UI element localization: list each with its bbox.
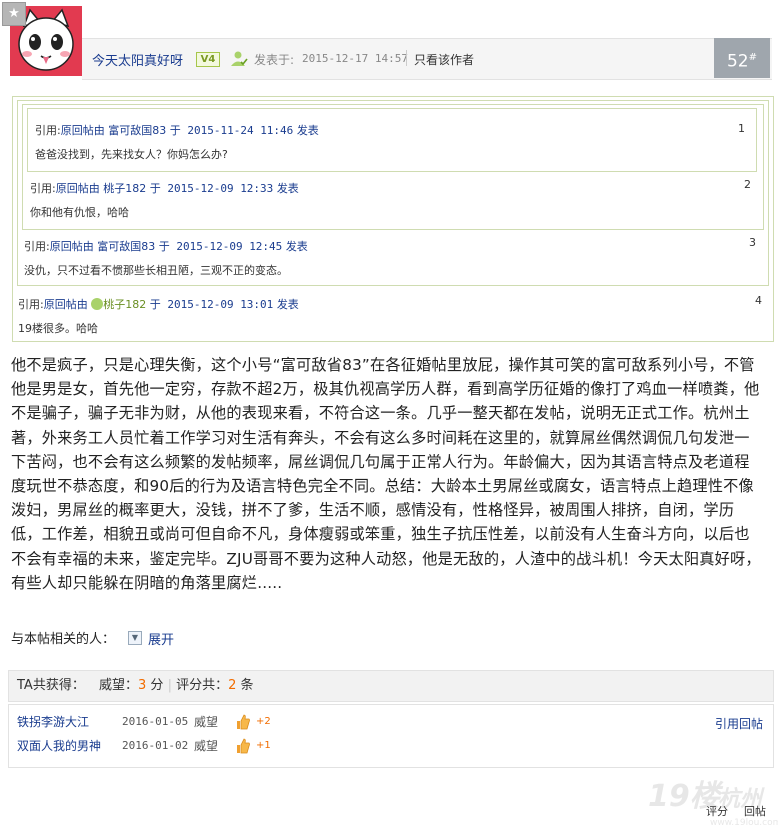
rater-link[interactable]: 铁拐李游大江	[17, 710, 89, 734]
rate-count-label: 评分共：	[176, 678, 229, 693]
quote-block-1	[27, 108, 757, 172]
quote-action-link[interactable]: 发表	[286, 240, 308, 253]
rate-button[interactable]: 评分	[706, 803, 728, 819]
quote-number-4: 4	[755, 294, 762, 307]
quote-text-2: 你和他有仇恨，哈哈	[30, 206, 129, 219]
quote-user-link[interactable]: 桃子182	[103, 182, 146, 195]
reply-button[interactable]: 回帖	[744, 803, 766, 819]
quote-header-3: 引用:原回帖由 富可敌国83 于 2015-12-09 12:45 发表	[24, 238, 308, 254]
prestige-label: 威望：	[98, 678, 138, 693]
online-small-icon	[91, 298, 104, 310]
floor-number-value: 52	[726, 51, 749, 72]
rating-date: 2016-01-05	[122, 715, 189, 728]
floor-number[interactable]: 52#	[714, 38, 770, 78]
quote-header-4: 引用:原回帖由 桃子182 于 2015-12-09 13:01 发表	[18, 296, 299, 312]
quote-number-3: 3	[749, 236, 756, 249]
rate-count-unit: 条	[240, 678, 254, 693]
thumbs-up-icon	[235, 738, 251, 754]
quote-time: 于 2015-12-09 12:45	[158, 240, 283, 253]
quote-source-link[interactable]: 原回帖由	[50, 240, 94, 253]
quote-source-link[interactable]: 原回帖由	[56, 182, 100, 195]
quote-number-2: 2	[744, 178, 751, 191]
star-corner-icon[interactable]: ★	[2, 2, 26, 26]
prestige-value: 3	[137, 678, 147, 693]
rating-summary: TA共获得： 威望：3 分 | 评分共：2 条	[8, 670, 774, 702]
thumbs-up-icon	[235, 714, 251, 730]
view-author-only-link[interactable]: 只看该作者	[414, 51, 474, 68]
posted-label: 发表于:	[254, 53, 295, 67]
rating-date: 2016-01-02	[122, 739, 189, 752]
quote-prefix: 引用:	[18, 298, 44, 311]
quote-prefix: 引用:	[24, 240, 50, 253]
quote-header-1: 引用:原回帖由 富可敌国83 于 2015-11-24 11:46 发表	[35, 122, 319, 138]
related-people-label: 与本帖相关的人：	[11, 632, 116, 647]
floor-number-mark: #	[748, 52, 758, 63]
quote-user-link[interactable]: 富可敌国83	[97, 240, 155, 253]
rater-link[interactable]: 双面人我的男神	[17, 734, 101, 758]
quote-action-link[interactable]: 发表	[297, 124, 319, 137]
expand-link[interactable]: 展开	[148, 629, 174, 648]
quote-user-link[interactable]: 桃子182	[103, 298, 146, 311]
author-username-link[interactable]: 今天太阳真好呀	[92, 50, 183, 69]
rating-value: +1	[256, 740, 271, 751]
quote-number-1: 1	[738, 122, 745, 135]
svg-text:www.19lou.com: www.19lou.com	[710, 818, 778, 828]
quote-source-link[interactable]: 原回帖由	[44, 298, 88, 311]
rating-row: 铁拐李游大江 2016-01-05 威望 +2	[9, 710, 773, 734]
quote-user-link[interactable]: 富可敌国83	[108, 124, 166, 137]
quote-time: 于 2015-12-09 12:33	[149, 182, 274, 195]
quote-action-link[interactable]: 发表	[277, 182, 299, 195]
quote-text-3: 没仇，只不过看不惯那些长相丑陋，三观不正的变态。	[24, 264, 288, 277]
rating-type: 威望	[194, 739, 219, 753]
rating-value: +2	[256, 716, 271, 727]
quote-text-4: 19楼很多。哈哈	[18, 322, 98, 335]
online-user-icon	[230, 50, 248, 68]
quote-prefix: 引用:	[35, 124, 61, 137]
site-watermark-logo: 19楼 杭州 www.19lou.com	[648, 770, 780, 830]
level-badge: V4	[196, 52, 220, 67]
rate-count-value: 2	[228, 678, 237, 693]
expand-icon[interactable]: ▼	[128, 631, 142, 645]
rating-row: 双面人我的男神 2016-01-02 威望 +1	[9, 734, 773, 758]
post-header: 今天太阳真好呀 V4 发表于: 2015-12-17 14:57 只看该作者	[82, 38, 772, 80]
header-divider	[406, 50, 407, 66]
prestige-unit: 分	[150, 678, 164, 693]
rating-list: 引用回帖 铁拐李游大江 2016-01-05 威望 +2 双面人我的男神 201…	[8, 704, 774, 768]
rating-summary-label: TA共获得：	[17, 678, 85, 693]
quote-text-1: 爸爸没找到，先来找女人？你妈怎么办?	[35, 148, 228, 161]
quote-source-link[interactable]: 原回帖由	[61, 124, 105, 137]
quote-time: 于 2015-11-24 11:46	[169, 124, 294, 137]
rating-type: 威望	[194, 715, 219, 729]
post-body: 他不是疯子，只是心理失衡，这个小号“富可敌省83”在各征婚帖里放屁，操作其可笑的…	[11, 356, 761, 592]
quote-time: 于 2015-12-09 13:01	[149, 298, 274, 311]
quote-prefix: 引用:	[30, 182, 56, 195]
summary-divider: |	[167, 678, 172, 693]
quote-action-link[interactable]: 发表	[277, 298, 299, 311]
quote-header-2: 引用:原回帖由 桃子182 于 2015-12-09 12:33 发表	[30, 180, 299, 196]
post-time: 2015-12-17 14:57	[302, 52, 408, 65]
